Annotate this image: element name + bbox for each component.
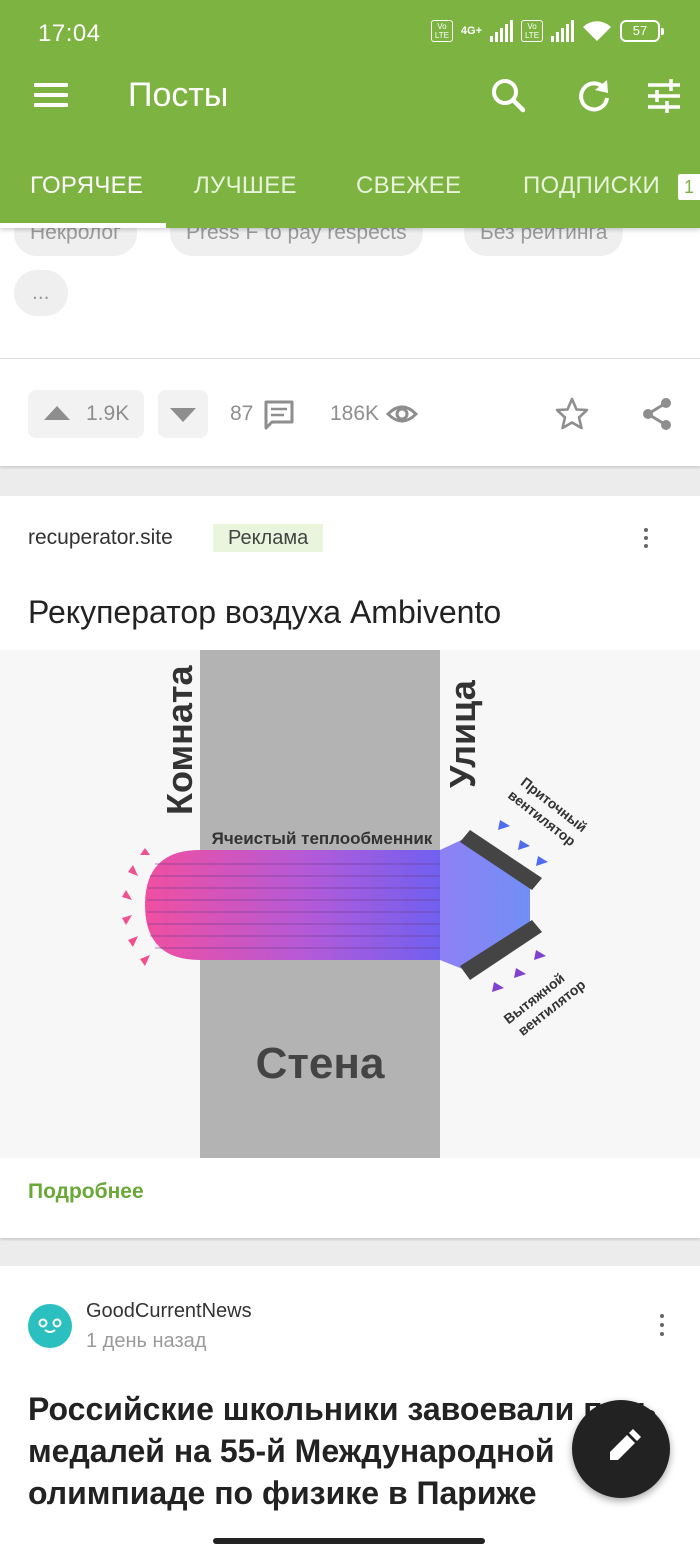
upvote-button[interactable]: 1.9K <box>28 390 144 438</box>
signal-icon-2 <box>551 20 574 42</box>
post-card-previous: Некролог Press F to pay respects Без рей… <box>0 200 700 466</box>
status-bar: 17:04 Vo LTE 4G+ Vo LTE 57 <box>0 0 700 68</box>
post-time: 1 день назад <box>86 1330 207 1352</box>
tab-bar: ГОРЯЧЕЕ ЛУЧШЕЕ СВЕЖЕЕ ПОДПИСКИ 1 <box>0 160 700 228</box>
smile-face-icon <box>38 1318 62 1333</box>
downvote-button[interactable] <box>158 390 208 438</box>
screen: 17:04 Vo LTE 4G+ Vo LTE 57 Посты ГОРЯЧЕЕ… <box>0 0 700 1556</box>
create-post-button[interactable] <box>572 1400 670 1498</box>
ad-card[interactable]: recuperator.site Реклама Рекуператор воз… <box>0 496 700 1238</box>
more-options-icon[interactable] <box>644 528 648 548</box>
app-bar: 17:04 Vo LTE 4G+ Vo LTE 57 Посты ГОРЯЧЕЕ… <box>0 0 700 228</box>
eye-icon <box>386 405 418 423</box>
author-name[interactable]: GoodCurrentNews <box>86 1300 252 1323</box>
tab-fresh[interactable]: СВЕЖЕЕ <box>356 172 461 200</box>
signal-icon <box>490 20 513 42</box>
wifi-icon <box>583 21 611 41</box>
battery-icon: 57 <box>620 20 664 42</box>
ad-image[interactable]: Комната Улица Стена Ячеистый теплообменн… <box>0 650 700 1158</box>
volte-icon-2: Vo LTE <box>521 20 543 42</box>
status-time: 17:04 <box>38 20 101 47</box>
page-title: Посты <box>128 76 229 114</box>
rating-count: 1.9K <box>86 402 130 425</box>
menu-icon[interactable] <box>34 80 68 110</box>
views-count: 186K <box>330 402 380 425</box>
arrow-up-icon <box>44 406 70 420</box>
label-street: Улица <box>442 679 483 788</box>
more-tags-chip[interactable]: ... <box>14 270 68 316</box>
comment-icon[interactable] <box>262 398 296 432</box>
share-icon[interactable] <box>640 396 674 432</box>
tab-best[interactable]: ЛУЧШЕЕ <box>194 172 297 200</box>
comments-count[interactable]: 87 <box>230 402 253 426</box>
ad-title[interactable]: Рекуператор воздуха Ambivento <box>28 594 501 631</box>
tab-hot[interactable]: ГОРЯЧЕЕ <box>30 172 143 200</box>
refresh-icon[interactable] <box>574 76 614 116</box>
status-icons: Vo LTE 4G+ Vo LTE 57 <box>430 20 664 42</box>
more-link[interactable]: Подробнее <box>28 1180 144 1204</box>
label-exchanger: Ячеистый теплообменник <box>212 829 433 848</box>
toolbar: Посты <box>0 68 700 128</box>
label-wall: Стена <box>256 1039 385 1088</box>
search-icon[interactable] <box>488 76 528 116</box>
home-indicator[interactable] <box>213 1538 485 1544</box>
recuperator-diagram: Комната Улица Стена Ячеистый теплообменн… <box>122 650 590 1158</box>
arrow-down-icon <box>170 408 196 422</box>
ad-site[interactable]: recuperator.site <box>28 526 173 550</box>
tab-indicator <box>0 223 166 228</box>
pencil-icon <box>610 1429 641 1460</box>
label-room: Комната <box>159 664 200 815</box>
author-avatar[interactable] <box>28 1304 72 1348</box>
ad-badge: Реклама <box>213 524 324 552</box>
tab-subscriptions[interactable]: ПОДПИСКИ <box>523 172 660 200</box>
gesture-bar <box>0 1526 700 1556</box>
filter-sliders-icon[interactable] <box>644 76 684 116</box>
more-options-icon[interactable] <box>660 1314 664 1336</box>
subscriptions-badge: 1 <box>678 174 700 200</box>
volte-icon: Vo LTE <box>430 20 453 42</box>
star-icon[interactable] <box>554 396 590 432</box>
network-type: 4G+ <box>460 24 482 37</box>
divider <box>0 358 700 359</box>
